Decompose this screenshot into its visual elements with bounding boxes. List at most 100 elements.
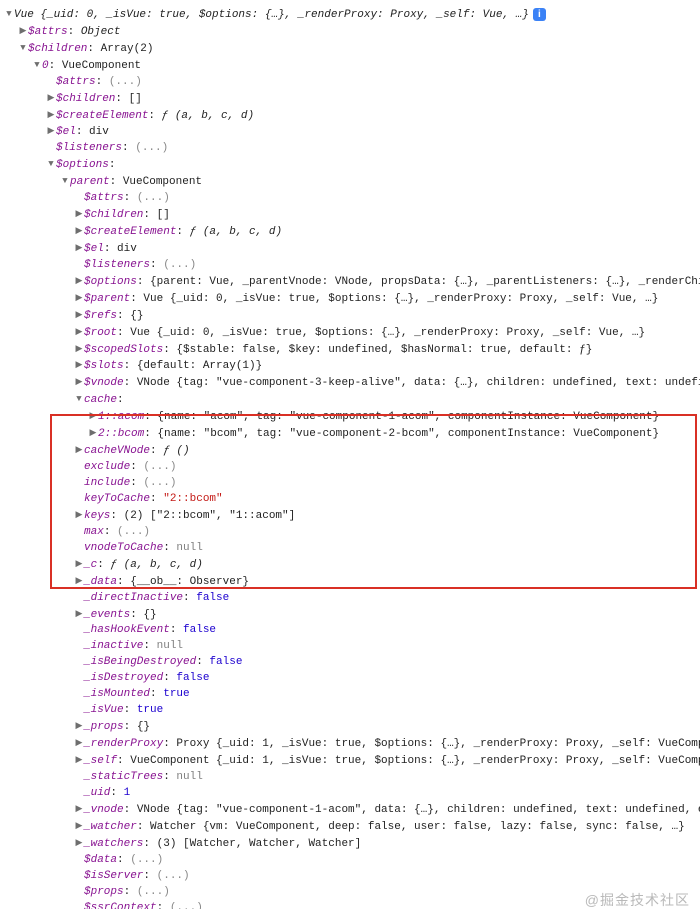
chevron-right-icon[interactable]: ▶: [74, 718, 84, 734]
tree-row[interactable]: $attrs: (...): [4, 190, 700, 206]
chevron-right-icon[interactable]: ▶: [74, 341, 84, 357]
info-icon[interactable]: i: [533, 8, 546, 21]
chevron-right-icon[interactable]: ▶: [74, 606, 84, 622]
property-key: $children: [28, 43, 87, 55]
tree-row[interactable]: ▶_vnode: VNode {tag: "vue-component-1-ac…: [4, 801, 700, 818]
tree-row[interactable]: _isDestroyed: false: [4, 670, 700, 686]
tree-row[interactable]: ▶_c: ƒ (a, b, c, d): [4, 556, 700, 573]
tree-row[interactable]: ▼$children: Array(2): [4, 40, 700, 57]
tree-row[interactable]: $isServer: (...): [4, 868, 700, 884]
tree-row[interactable]: ▶$createElement: ƒ (a, b, c, d): [4, 107, 700, 124]
chevron-right-icon[interactable]: ▶: [74, 357, 84, 373]
chevron-down-icon[interactable]: ▼: [60, 173, 70, 189]
chevron-right-icon[interactable]: ▶: [46, 123, 56, 139]
tree-row[interactable]: $attrs: (...): [4, 74, 700, 90]
property-key: _vnode: [84, 804, 124, 816]
tree-row[interactable]: ▼cache:: [4, 391, 700, 408]
tree-row[interactable]: ▶$attrs: Object: [4, 23, 700, 40]
property-key: $createElement: [56, 109, 148, 121]
tree-row[interactable]: ▶_props: {}: [4, 718, 700, 735]
chevron-right-icon[interactable]: ▶: [74, 835, 84, 851]
property-key: $el: [56, 126, 76, 138]
tree-row[interactable]: ▼0: VueComponent: [4, 57, 700, 74]
tree-row[interactable]: ▶$children: []: [4, 206, 700, 223]
tree-row[interactable]: ▶$options: {parent: Vue, _parentVnode: V…: [4, 273, 700, 290]
tree-row[interactable]: _hasHookEvent: false: [4, 622, 700, 638]
tree-row[interactable]: max: (...): [4, 524, 700, 540]
tree-row[interactable]: ▼$options:: [4, 156, 700, 173]
tree-row[interactable]: ▶_self: VueComponent {_uid: 1, _isVue: t…: [4, 752, 700, 769]
property-value: {default: Array(1)}: [137, 360, 262, 372]
tree-row[interactable]: ▶_watcher: Watcher {vm: VueComponent, de…: [4, 818, 700, 835]
chevron-right-icon[interactable]: ▶: [74, 507, 84, 523]
tree-row[interactable]: _directInactive: false: [4, 590, 700, 606]
chevron-right-icon[interactable]: ▶: [74, 818, 84, 834]
chevron-right-icon[interactable]: ▶: [18, 23, 28, 39]
tree-row[interactable]: $listeners: (...): [4, 257, 700, 273]
chevron-right-icon[interactable]: ▶: [74, 442, 84, 458]
tree-row[interactable]: ▶$slots: {default: Array(1)}: [4, 357, 700, 374]
tree-row[interactable]: include: (...): [4, 475, 700, 491]
tree-row[interactable]: ▶cacheVNode: ƒ (): [4, 442, 700, 459]
property-value: {name: "acom", tag: "vue-component-1-aco…: [157, 411, 659, 423]
tree-row[interactable]: ▶1::acom: {name: "acom", tag: "vue-compo…: [4, 408, 700, 425]
tree-row[interactable]: _uid: 1: [4, 785, 700, 801]
tree-row[interactable]: ▶$parent: Vue {_uid: 0, _isVue: true, $o…: [4, 290, 700, 307]
property-value: (...): [137, 886, 170, 898]
tree-row[interactable]: ▶$el: div: [4, 123, 700, 140]
chevron-down-icon[interactable]: ▼: [74, 391, 84, 407]
tree-row[interactable]: ▶keys: (2) ["2::bcom", "1::acom"]: [4, 507, 700, 524]
chevron-right-icon[interactable]: ▶: [88, 425, 98, 441]
property-value: null: [176, 771, 202, 783]
chevron-down-icon[interactable]: ▼: [4, 6, 14, 22]
chevron-right-icon[interactable]: ▶: [74, 324, 84, 340]
property-value: (3) [Watcher, Watcher, Watcher]: [157, 838, 362, 850]
chevron-down-icon[interactable]: ▼: [32, 57, 42, 73]
tree-row[interactable]: vnodeToCache: null: [4, 540, 700, 556]
chevron-right-icon[interactable]: ▶: [74, 273, 84, 289]
chevron-right-icon[interactable]: ▶: [74, 735, 84, 751]
tree-row[interactable]: ▶_renderProxy: Proxy {_uid: 1, _isVue: t…: [4, 735, 700, 752]
tree-row[interactable]: ▶_events: {}: [4, 606, 700, 623]
tree-row[interactable]: ▶$vnode: VNode {tag: "vue-component-3-ke…: [4, 374, 700, 391]
tree-row[interactable]: ▼Vue {_uid: 0, _isVue: true, $options: {…: [4, 6, 700, 23]
property-key: 2::bcom: [98, 428, 144, 440]
tree-row[interactable]: ▶_watchers: (3) [Watcher, Watcher, Watch…: [4, 835, 700, 852]
tree-row[interactable]: _staticTrees: null: [4, 769, 700, 785]
tree-row[interactable]: ▶2::bcom: {name: "bcom", tag: "vue-compo…: [4, 425, 700, 442]
tree-row[interactable]: _isVue: true: [4, 702, 700, 718]
chevron-right-icon[interactable]: ▶: [46, 107, 56, 123]
chevron-right-icon[interactable]: ▶: [46, 90, 56, 106]
chevron-right-icon[interactable]: ▶: [74, 573, 84, 589]
tree-row[interactable]: ▶$el: div: [4, 240, 700, 257]
tree-row[interactable]: ▶$refs: {}: [4, 307, 700, 324]
tree-row[interactable]: exclude: (...): [4, 459, 700, 475]
tree-row[interactable]: ▶$createElement: ƒ (a, b, c, d): [4, 223, 700, 240]
tree-row[interactable]: ▶$root: Vue {_uid: 0, _isVue: true, $opt…: [4, 324, 700, 341]
chevron-right-icon[interactable]: ▶: [74, 223, 84, 239]
chevron-right-icon[interactable]: ▶: [74, 307, 84, 323]
tree-row[interactable]: $data: (...): [4, 852, 700, 868]
tree-row[interactable]: ▶$scopedSlots: {$stable: false, $key: un…: [4, 341, 700, 358]
chevron-right-icon[interactable]: ▶: [74, 752, 84, 768]
chevron-right-icon[interactable]: ▶: [74, 374, 84, 390]
chevron-down-icon[interactable]: ▼: [46, 156, 56, 172]
tree-row[interactable]: ▶_data: {__ob__: Observer}: [4, 573, 700, 590]
chevron-right-icon[interactable]: ▶: [88, 408, 98, 424]
chevron-right-icon[interactable]: ▶: [74, 801, 84, 817]
tree-row[interactable]: ▼parent: VueComponent: [4, 173, 700, 190]
property-key: exclude: [84, 461, 130, 473]
tree-row[interactable]: $listeners: (...): [4, 140, 700, 156]
property-key: $data: [84, 854, 117, 866]
chevron-right-icon[interactable]: ▶: [74, 290, 84, 306]
tree-row[interactable]: _isBeingDestroyed: false: [4, 654, 700, 670]
chevron-down-icon[interactable]: ▼: [18, 40, 28, 56]
tree-row[interactable]: _isMounted: true: [4, 686, 700, 702]
property-value: null: [157, 640, 183, 652]
tree-row[interactable]: keyToCache: "2::bcom": [4, 491, 700, 507]
tree-row[interactable]: _inactive: null: [4, 638, 700, 654]
chevron-right-icon[interactable]: ▶: [74, 240, 84, 256]
tree-row[interactable]: ▶$children: []: [4, 90, 700, 107]
chevron-right-icon[interactable]: ▶: [74, 206, 84, 222]
chevron-right-icon[interactable]: ▶: [74, 556, 84, 572]
